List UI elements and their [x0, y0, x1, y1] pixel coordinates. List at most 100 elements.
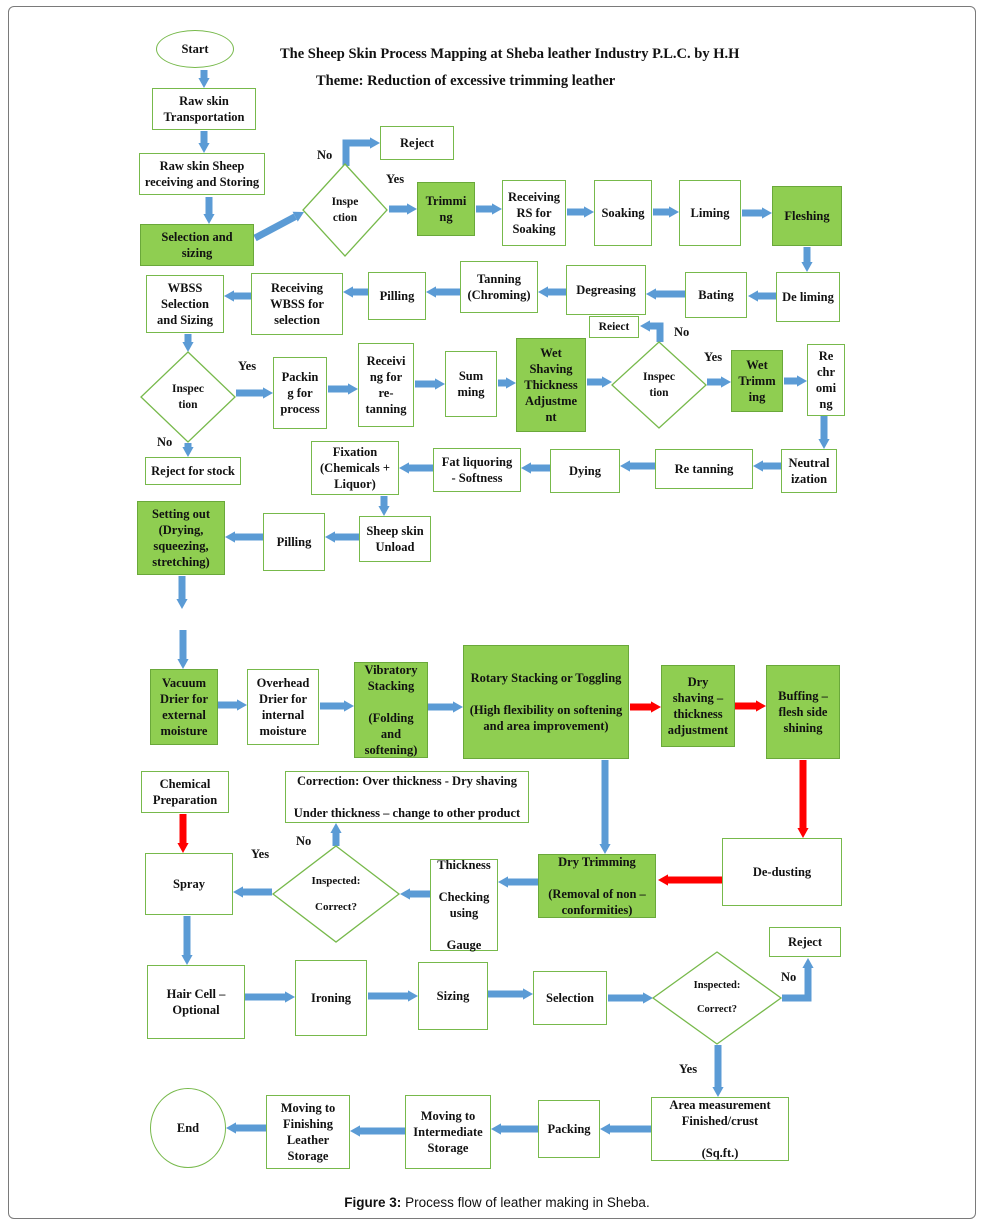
step-fleshing: Fleshing	[772, 186, 842, 246]
step-pilling-2: Pilling	[263, 513, 325, 571]
step-wbss-selection: WBSS Selection and Sizing	[146, 275, 224, 333]
arrow-vacuum-overhead	[218, 699, 247, 711]
arrow-packing-intermediate	[491, 1123, 538, 1135]
step-ironing: Ironing	[295, 960, 367, 1036]
arrow-selection-inspected	[608, 992, 653, 1004]
step-dedusting: De-dusting	[722, 838, 842, 906]
arrow-wbss-inspection	[182, 334, 194, 352]
step-intermediate-storage: Moving to Intermediate Storage	[405, 1095, 491, 1169]
step-summing: Sum ming	[445, 351, 497, 417]
arrow-chemical-spray	[177, 814, 189, 853]
step-dry-shaving: Dry shaving – thickness adjustment	[661, 665, 735, 747]
branch-yes-5: Yes	[679, 1062, 698, 1076]
step-setting-out: Setting out (Drying, squeezing, stretchi…	[137, 501, 225, 575]
step-reject-stock: Reject for stock	[145, 457, 241, 485]
decision-inspection-1-label: Inspe ction	[331, 196, 359, 224]
step-deliming: De liming	[776, 272, 840, 322]
step-neutralization: Neutral ization	[781, 449, 837, 493]
step-receiving-rs: Receiving RS for Soaking	[502, 180, 566, 246]
branch-yes-3: Yes	[704, 350, 723, 364]
step-correction: Correction: Over thickness - Dry shaving…	[285, 771, 529, 823]
decision-inspection-3: Inspec tion	[611, 341, 707, 429]
step-raw-transport: Raw skin Transportation	[152, 88, 256, 130]
step-fat-liquoring: Fat liquoring - Softness	[433, 448, 521, 492]
step-finishing-storage: Moving to Finishing Leather Storage	[266, 1095, 350, 1169]
step-vibratory-stacking: Vibratory Stacking (Folding and softenin…	[354, 662, 428, 758]
decision-inspected-thickness-label: Inspected: Correct?	[311, 874, 361, 913]
arrow-liming-fleshing	[742, 207, 772, 219]
arrow-receiving-selection	[203, 197, 215, 224]
arrow-inspection-trimming	[389, 203, 417, 215]
step-chemical-preparation: Chemical Preparation	[141, 771, 229, 813]
decision-inspection-2-label: Inspec tion	[172, 383, 204, 411]
decision-inspected-final-label: Inspected: Correct?	[693, 980, 741, 1015]
step-bating: Bating	[685, 272, 747, 318]
step-rotary-stacking: Rotary Stacking or Toggling (High flexib…	[463, 645, 629, 759]
step-packing: Packing	[538, 1100, 600, 1158]
arrow-transport-receiving	[198, 131, 210, 153]
step-raw-receiving: Raw skin Sheep receiving and Storing	[139, 153, 265, 195]
branch-yes-1: Yes	[386, 172, 405, 186]
step-soaking: Soaking	[594, 180, 652, 246]
step-overhead-drier: Overhead Drier for internal moisture	[247, 669, 319, 745]
arrow-summing-wet-shaving	[498, 377, 516, 389]
decision-inspection-2: Inspec tion	[140, 351, 236, 443]
arrow-inspection-reject-1	[342, 137, 380, 166]
branch-no-4: No	[296, 834, 312, 848]
step-reject-1: Reject	[380, 126, 454, 160]
branch-no-1: No	[317, 148, 333, 162]
step-selection: Selection	[533, 971, 607, 1025]
arrow-dry-shaving-buffing	[735, 700, 766, 712]
arrow-thickness-inspected	[400, 888, 430, 900]
arrow-intermediate-finishing	[350, 1125, 405, 1137]
decision-inspection-1: Inspe ction	[302, 163, 388, 257]
step-fixation: Fixation (Chemicals + Liquor)	[311, 441, 399, 495]
arrow-neutralization-retanning	[753, 460, 781, 472]
step-tanning: Tanning (Chroming)	[460, 261, 538, 313]
arrow-retan-summing	[415, 378, 445, 390]
arrow-inspected-correction	[330, 823, 342, 846]
branch-yes-2: Yes	[238, 359, 257, 373]
arrow-tanning-pilling	[426, 286, 460, 298]
caption-text: Process flow of leather making in Sheba.	[401, 1195, 650, 1210]
arrow-inspected-area	[712, 1045, 724, 1097]
arrow-fixation-unload	[378, 496, 390, 516]
arrow-pilling-setting-out	[225, 531, 263, 543]
branch-yes-4: Yes	[251, 847, 270, 861]
step-unload: Sheep skin Unload	[359, 516, 431, 562]
arrow-spray-hair-cell	[181, 916, 193, 965]
arrow-fleshing-deliming	[801, 247, 813, 272]
arrow-wet-shaving-inspection	[587, 376, 612, 388]
start-terminal: Start	[156, 30, 234, 68]
arrow-sizing-selection	[488, 988, 533, 1000]
decision-inspection-3-label: Inspec tion	[643, 371, 675, 399]
step-spray: Spray	[145, 853, 233, 915]
decision-inspected-final: Inspected: Correct?	[651, 951, 783, 1045]
step-dying: Dying	[550, 449, 620, 493]
arrow-unload-pilling	[325, 531, 359, 543]
step-rechroming: Re chr omi ng	[807, 344, 845, 416]
arrow-degreasing-tanning	[538, 286, 566, 298]
arrow-vibratory-rotary	[428, 701, 463, 713]
arrow-rechroming-neutralization	[818, 416, 830, 449]
arrow-receiving-soaking	[567, 206, 594, 218]
arrow-rotary-dry-trimming	[599, 760, 611, 854]
figure-caption: Figure 3: Process flow of leather making…	[0, 1195, 994, 1210]
arrow-inspected-spray	[233, 886, 272, 898]
arrow-area-packing	[600, 1123, 651, 1135]
arrow-setting-out-down	[176, 576, 188, 609]
arrow-pilling-receiving-wbss	[343, 286, 368, 298]
decision-inspected-thickness: Inspected: Correct?	[271, 845, 401, 943]
step-dry-trimming: Dry Trimming (Removal of non – conformit…	[538, 854, 656, 918]
branch-no-5: No	[781, 970, 797, 984]
arrow-fat-liquoring-fixation	[399, 462, 433, 474]
step-thickness-checking: Thickness Checking using Gauge	[430, 858, 498, 952]
step-pilling-1: Pilling	[368, 272, 426, 320]
step-degreasing: Degreasing	[566, 265, 646, 315]
arrow-retanning-dying	[620, 460, 655, 472]
arrow-continue-vacuum	[177, 630, 189, 669]
step-buffing: Buffing – flesh side shining	[766, 665, 840, 759]
arrow-ironing-sizing	[368, 990, 418, 1002]
arrow-selection-inspection	[253, 211, 304, 242]
arrow-dedusting-dry-trimming	[658, 874, 722, 886]
